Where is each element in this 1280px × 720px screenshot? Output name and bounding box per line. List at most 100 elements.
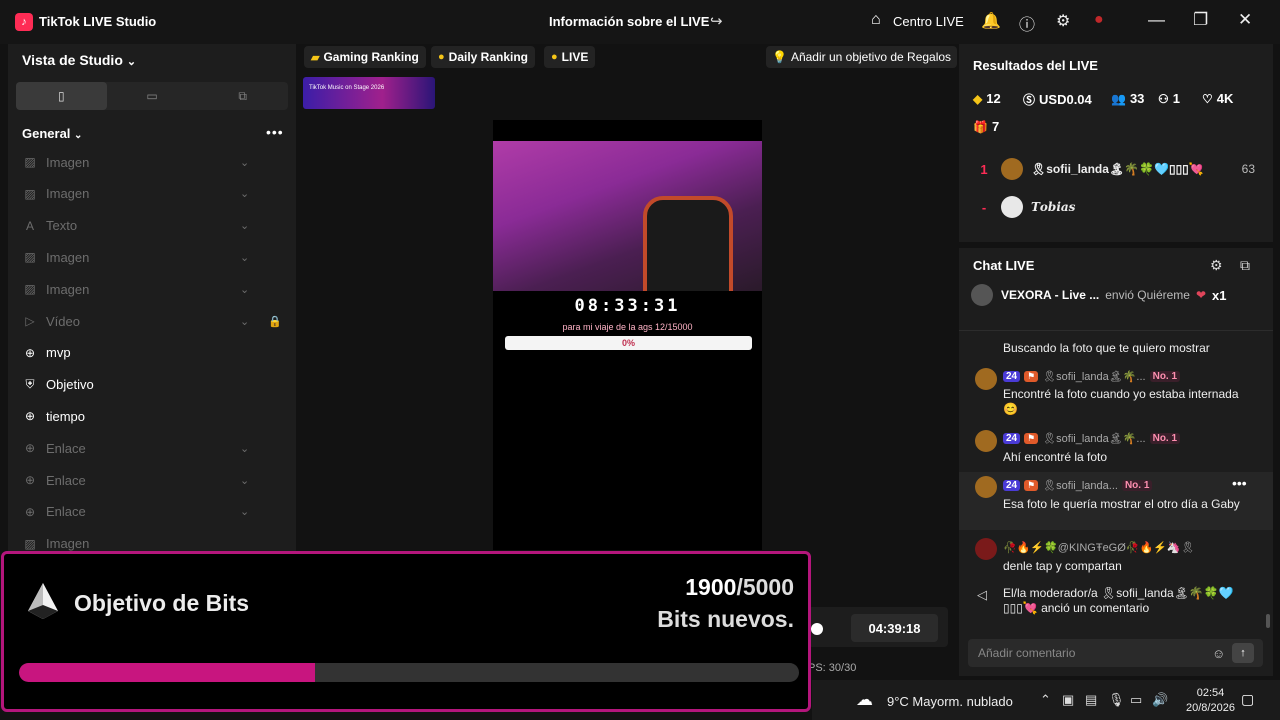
source-item[interactable]: ⊕ Enlace ⌄ bbox=[22, 468, 284, 492]
more-options-icon[interactable]: ••• bbox=[266, 124, 284, 140]
expand-icon[interactable]: ⌄ bbox=[240, 474, 249, 487]
source-item[interactable]: ▨ Imagen ⌄ bbox=[22, 150, 284, 174]
source-item[interactable]: ▨ Imagen ⌄ bbox=[22, 277, 284, 301]
image-icon: ▨ bbox=[24, 186, 36, 201]
chevron-down-icon: ⌄ bbox=[126, 56, 137, 68]
volume-icon[interactable]: 🔊 bbox=[1152, 692, 1168, 708]
network-icon[interactable]: ▭ bbox=[1130, 692, 1142, 708]
image-icon: ▨ bbox=[24, 282, 36, 297]
source-item[interactable]: ⛨ Objetivo bbox=[22, 373, 284, 397]
chat-message[interactable]: 24 ⚑ 🎗sofii_landa🏝🌴... No. 1 Encontré la fo… bbox=[959, 364, 1273, 422]
chevron-up-icon[interactable]: ⌃ bbox=[1040, 692, 1051, 708]
live-info-title[interactable]: Información sobre el LIVE bbox=[549, 14, 709, 29]
app-tray-icon[interactable]: ▤ bbox=[1085, 692, 1097, 708]
source-item[interactable]: ⊕ Enlace ⌄ bbox=[22, 436, 284, 460]
minimize-icon[interactable]: — bbox=[1148, 10, 1165, 30]
expand-icon[interactable]: ⌄ bbox=[240, 442, 249, 455]
music-on-stage-banner[interactable]: TikTok Music on Stage 2026 bbox=[303, 77, 435, 109]
gear-icon[interactable]: ⚙ bbox=[1056, 11, 1070, 31]
chat-scrollbar[interactable] bbox=[1266, 614, 1270, 628]
source-item[interactable]: ⊕ mvp bbox=[22, 341, 284, 365]
send-button[interactable]: ↑ bbox=[1232, 643, 1254, 663]
weather-readout[interactable]: 9°C Mayorm. nublado bbox=[887, 694, 1013, 709]
tiktok-logo-icon: ♪ bbox=[15, 13, 33, 31]
taskbar-clock[interactable]: 02:54 20/8/2026 bbox=[1186, 686, 1235, 716]
help-icon[interactable]: ⓘ bbox=[1019, 11, 1035, 35]
chat-message[interactable]: Buscando la foto que te quiero mostrar bbox=[959, 338, 1273, 358]
chat-title: Chat LIVE bbox=[973, 258, 1035, 273]
bits-gem-icon bbox=[28, 583, 58, 619]
landscape-layout-tab[interactable]: ▭ bbox=[107, 82, 198, 110]
app-tray-icon[interactable]: ▣ bbox=[1062, 692, 1074, 708]
add-gift-goal-button[interactable]: 💡 Añadir un objetivo de Regalos bbox=[766, 46, 958, 68]
notification-icon[interactable]: ▢ bbox=[1241, 691, 1254, 708]
announcement-icon: ◁ bbox=[977, 587, 987, 602]
close-icon[interactable]: ✕ bbox=[1238, 10, 1252, 30]
comment-input[interactable]: Añadir comentario ☺ ↑ bbox=[968, 639, 1263, 667]
chat-message[interactable]: 24 ⚑ 🎗sofii_landa🏝🌴... No. 1 Ahí encontré l… bbox=[959, 426, 1273, 466]
daily-ranking-button[interactable]: ● Daily Ranking bbox=[431, 46, 536, 68]
centro-live-button[interactable]: Centro LIVE bbox=[893, 14, 964, 29]
toggle-knob[interactable] bbox=[811, 623, 823, 635]
ranking-row[interactable]: 1 🎗sofii_landa🏝🌴🍀🩵▯▯▯💘 63 bbox=[973, 154, 1273, 184]
globe-icon: ⊕ bbox=[24, 441, 36, 456]
chat-message[interactable]: 🥀🔥⚡🍀@KINGŦeGØ🥀🔥⚡🦄🎗 denle tap y compartan bbox=[959, 536, 1273, 576]
expand-icon[interactable]: ⌄ bbox=[240, 283, 249, 296]
more-options-icon[interactable]: ••• bbox=[1232, 475, 1247, 491]
scene-general-dropdown[interactable]: General ⌄ bbox=[22, 126, 82, 141]
microphone-icon[interactable]: 🎙 bbox=[1108, 692, 1125, 708]
expand-icon[interactable]: ⌄ bbox=[240, 219, 249, 232]
globe-icon: ⊕ bbox=[24, 473, 36, 487]
coin-icon: ● bbox=[551, 51, 558, 63]
source-item[interactable]: ▨ Imagen ⌄ bbox=[22, 245, 284, 269]
expand-icon[interactable]: ⌄ bbox=[240, 505, 249, 518]
lock-icon[interactable]: 🔒 bbox=[268, 315, 282, 328]
dollar-icon: Ⓢ bbox=[1023, 93, 1036, 107]
source-item[interactable]: ▷ Vídeo ⌄ 🔒 bbox=[22, 309, 284, 333]
source-item[interactable]: A Texto ⌄ bbox=[22, 214, 284, 238]
studio-view-dropdown[interactable]: Vista de Studio ⌄ bbox=[22, 52, 136, 68]
bell-icon[interactable]: 🔔 bbox=[981, 11, 1001, 31]
stream-timer: 08:33:31 bbox=[574, 296, 681, 316]
avatar bbox=[975, 538, 997, 560]
live-duration: 04:39:18 bbox=[851, 614, 938, 642]
results-title: Resultados del LIVE bbox=[973, 58, 1098, 73]
live-chat-panel: Chat LIVE ⚙ ⧉ VEXORA - Live ... envió Qu… bbox=[959, 248, 1273, 676]
source-item[interactable]: ⊕ Enlace ⌄ bbox=[22, 500, 284, 524]
avatar bbox=[1001, 158, 1023, 180]
text-icon: A bbox=[25, 218, 34, 233]
avatar bbox=[971, 284, 993, 306]
moderator-message[interactable]: ◁ El/la moderador/a 🎗sofii_landa🏝🌴🍀🩵▯▯▯💘… bbox=[959, 584, 1273, 622]
restore-icon[interactable]: ❐ bbox=[1193, 10, 1208, 30]
live-button[interactable]: ● LIVE bbox=[544, 46, 596, 68]
lightbulb-icon: 💡 bbox=[772, 50, 787, 64]
heart-icon: ♡ bbox=[1202, 91, 1213, 106]
share-icon[interactable]: ↪ bbox=[710, 12, 723, 30]
image-icon: ▨ bbox=[24, 155, 36, 169]
gaming-ranking-button[interactable]: ▰ Gaming Ranking bbox=[304, 46, 426, 68]
expand-icon[interactable]: ⌄ bbox=[240, 251, 249, 264]
weather-cloud-icon: ☁ bbox=[856, 690, 873, 709]
source-item[interactable]: ⊕ tiempo bbox=[22, 404, 284, 428]
ranking-row[interactable]: - 𝑻𝒐𝒃𝒊𝒂𝒔 bbox=[973, 192, 1273, 222]
trip-goal-label: para mi viaje de la ags 12/15000 bbox=[562, 322, 693, 332]
chat-message-hovered[interactable]: 24 ⚑ 🎗sofii_landa... No. 1 ••• Esa foto le … bbox=[959, 472, 1273, 530]
expand-icon[interactable]: ⌄ bbox=[240, 315, 249, 328]
gifters-stat: 🎁 7 bbox=[973, 119, 1000, 134]
home-icon[interactable]: ⌂ bbox=[871, 11, 881, 29]
avatar[interactable]: ● bbox=[1094, 11, 1104, 29]
split-layout-tab[interactable]: ⧉ bbox=[197, 82, 288, 110]
emoji-icon[interactable]: ☺ bbox=[1212, 646, 1225, 661]
popout-icon[interactable]: ⧉ bbox=[1240, 257, 1250, 274]
image-icon: ▨ bbox=[24, 250, 36, 265]
expand-icon[interactable]: ⌄ bbox=[240, 156, 249, 169]
diamond-icon: ◆ bbox=[973, 91, 983, 106]
app-title: TikTok LIVE Studio bbox=[39, 14, 157, 29]
avatar bbox=[975, 430, 997, 452]
trophy-icon: ▰ bbox=[311, 51, 320, 64]
image-icon: ▨ bbox=[24, 536, 36, 551]
settings-icon[interactable]: ⚙ bbox=[1210, 257, 1223, 274]
expand-icon[interactable]: ⌄ bbox=[240, 187, 249, 200]
source-item[interactable]: ▨ Imagen ⌄ bbox=[22, 182, 284, 206]
portrait-layout-tab[interactable]: ▯ bbox=[16, 82, 107, 110]
